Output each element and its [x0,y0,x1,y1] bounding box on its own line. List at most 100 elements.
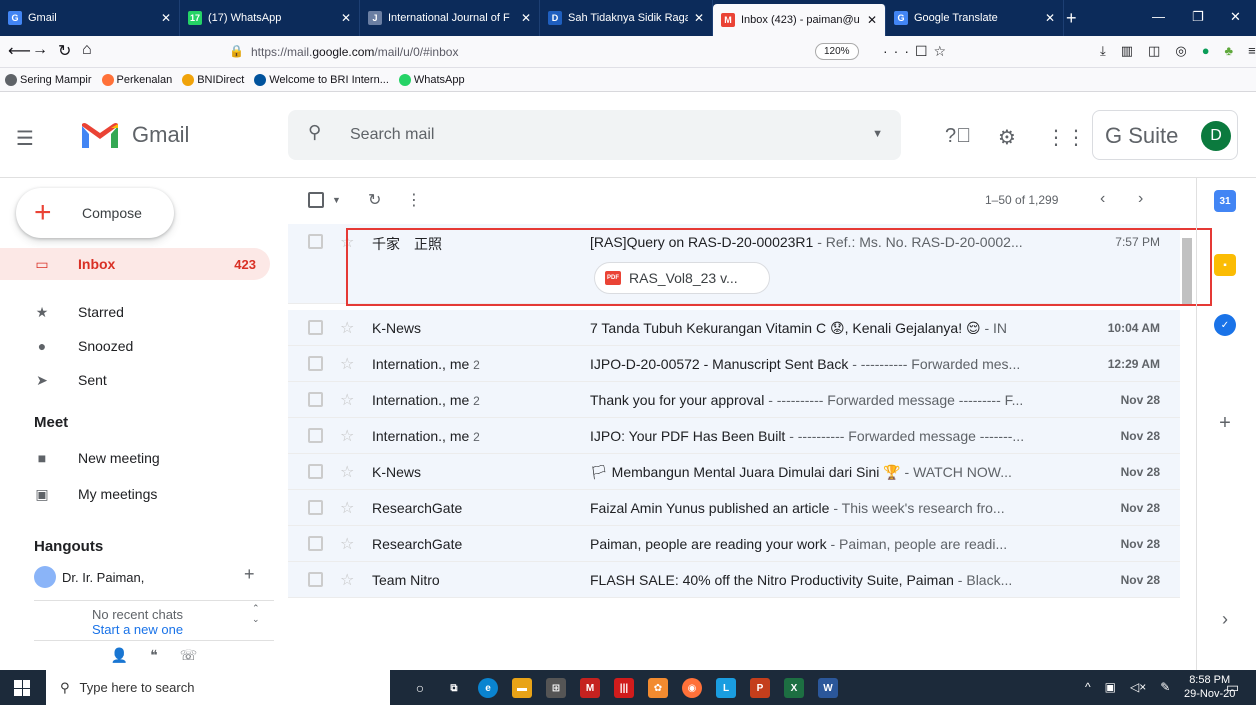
library-icon[interactable]: ▥ [1121,43,1133,59]
browser-tab[interactable]: M Inbox (423) - paiman@u ✕ [713,4,886,36]
email-row[interactable]: ☆ K-News 7 Tanda Tubuh Kekurangan Vitamin … [288,310,1180,346]
email-checkbox[interactable] [308,464,323,479]
extension-green-icon[interactable]: ● [1202,43,1210,59]
email-row[interactable]: ☆ 千家 正照 [RAS]Query on RAS-D-20-00023R1 - R… [288,224,1180,304]
email-checkbox[interactable] [308,392,323,407]
address-bar[interactable]: 🔒 https://mail.google.com/mail/u/0/#inbo… [213,40,958,64]
sidebar-item-inbox[interactable]: ▭ Inbox 423 [0,248,270,280]
word-icon[interactable]: W [818,678,838,698]
star-icon[interactable]: ☆ [340,462,354,482]
app-red-icon[interactable]: ||| [614,678,634,698]
hangouts-user[interactable]: Dr. Ir. Paiman, [34,566,144,588]
start-new-chat-link[interactable]: Start a new one [92,622,183,636]
bookmark-item[interactable]: Welcome to BRI Intern... [254,73,389,86]
powerpoint-icon[interactable]: P [750,678,770,698]
star-icon[interactable]: ☆ [340,390,354,410]
app-l-icon[interactable]: L [716,678,736,698]
star-icon[interactable]: ☆ [340,232,354,252]
task-view-icon[interactable]: ⧉ [444,678,464,698]
email-row[interactable]: ☆ Internation., me 2 Thank you for your ap… [288,382,1180,418]
hangouts-chat-icon[interactable]: ❝ [150,647,158,664]
page-actions-icons[interactable]: ···☐☆ [883,43,952,60]
calendar-icon[interactable]: 31 [1214,190,1236,212]
pen-icon[interactable]: ✎ [1160,680,1170,694]
tasks-icon[interactable]: ✓ [1214,314,1236,336]
browser-tab[interactable]: 17 (17) WhatsApp ✕ [180,0,360,36]
phone-icon[interactable]: ☏ [180,647,198,664]
email-row[interactable]: ☆ Internation., me 2 IJPO: Your PDF Has Be… [288,418,1180,454]
tray-chevron-icon[interactable]: ^ [1085,680,1091,694]
sidebar-icon[interactable]: ◫ [1148,43,1160,59]
close-tab-icon[interactable]: ✕ [521,11,531,25]
compose-button[interactable]: + Compose [16,188,174,238]
email-row[interactable]: ☆ ResearchGate Faizal Amin Yunus published… [288,490,1180,526]
email-row[interactable]: ☆ Team Nitro FLASH SALE: 40% off the Nitro… [288,562,1180,598]
extension-leaf-icon[interactable]: ♣ [1225,43,1234,59]
forward-button[interactable]: → [32,41,48,59]
maximize-icon[interactable]: ❐ [1192,9,1204,25]
gsuite-account[interactable]: G Suite D [1092,110,1238,160]
help-icon[interactable]: ?⃝ [945,125,971,148]
star-icon[interactable]: ☆ [340,498,354,518]
app-orange-icon[interactable]: ✿ [648,678,668,698]
settings-gear-icon[interactable]: ⚙ [998,125,1016,150]
star-icon[interactable]: ☆ [340,426,354,446]
refresh-icon[interactable]: ↻ [368,190,381,210]
extension-icon[interactable]: ◎ [1175,43,1186,59]
volume-icon[interactable]: ◁× [1130,680,1146,694]
email-row[interactable]: ☆ Internation., me 2 IJPO-D-20-00572 - Man… [288,346,1180,382]
browser-tab[interactable]: G Gmail ✕ [0,0,180,36]
select-all-checkbox[interactable] [308,192,324,208]
bookmark-item[interactable]: Perkenalan [101,73,172,86]
older-page-icon[interactable]: › [1138,190,1143,208]
search-icon[interactable]: ⚲ [308,122,321,143]
expand-panel-icon[interactable]: › [1214,608,1236,630]
apps-grid-icon[interactable]: ⋮⋮ [1046,125,1086,150]
bookmark-item[interactable]: WhatsApp [398,73,465,86]
close-tab-icon[interactable]: ✕ [867,13,877,27]
email-checkbox[interactable] [308,572,323,587]
cortana-icon[interactable]: ○ [410,678,430,698]
main-menu-icon[interactable]: ☰ [16,126,34,151]
notification-icon[interactable]: ▭ [1226,679,1239,696]
email-checkbox[interactable] [308,500,323,515]
firefox-taskbar-icon[interactable]: ◉ [682,678,702,698]
keep-icon[interactable]: ▪ [1214,254,1236,276]
minimize-icon[interactable]: — [1152,9,1165,24]
new-conversation-icon[interactable]: + [244,564,255,585]
reload-button[interactable]: ↻ [58,41,71,61]
home-icon[interactable]: ⌂ [82,41,92,59]
edge-icon[interactable]: e [478,678,498,698]
newer-page-icon[interactable]: ‹ [1100,190,1105,208]
download-icon[interactable]: ⤓ [1100,43,1106,59]
star-icon[interactable]: ☆ [340,318,354,338]
search-mail-bar[interactable]: ⚲ Search mail ▼ [288,110,901,160]
windows-start-icon[interactable] [14,680,30,696]
email-row[interactable]: ☆ K-News 🏳 Membangun Mental Juara Dimulai … [288,454,1180,490]
contacts-icon[interactable]: 👤 [111,647,128,664]
sidebar-item-starred[interactable]: ★ Starred [0,296,270,328]
taskbar-search[interactable]: ⚲ Type here to search [46,670,390,705]
tray-app-icon[interactable]: ▣ [1105,680,1116,694]
close-tab-icon[interactable]: ✕ [161,11,171,25]
email-checkbox[interactable] [308,356,323,371]
store-icon[interactable]: ⊞ [546,678,566,698]
sidebar-item-sent[interactable]: ➤ Sent [0,364,270,396]
bookmark-item[interactable]: Sering Mampir [5,73,92,86]
email-row[interactable]: ☆ ResearchGate Paiman, people are reading … [288,526,1180,562]
star-icon[interactable]: ☆ [340,534,354,554]
meet-item[interactable]: ■ New meeting [0,442,270,474]
new-tab-button[interactable]: + [1066,8,1077,29]
close-tab-icon[interactable]: ✕ [341,11,351,25]
email-checkbox[interactable] [308,320,323,335]
more-options-icon[interactable]: ⋮ [406,190,422,210]
bookmark-item[interactable]: BNIDirect [182,73,244,86]
scrollbar-thumb[interactable] [1182,238,1192,304]
email-checkbox[interactable] [308,428,323,443]
sidebar-item-snoozed[interactable]: ● Snoozed [0,330,270,362]
get-addons-icon[interactable]: + [1214,412,1236,434]
back-button[interactable]: ⟵ [8,41,31,61]
close-tab-icon[interactable]: ✕ [694,11,704,25]
email-checkbox[interactable] [308,234,323,249]
close-tab-icon[interactable]: ✕ [1045,11,1055,25]
